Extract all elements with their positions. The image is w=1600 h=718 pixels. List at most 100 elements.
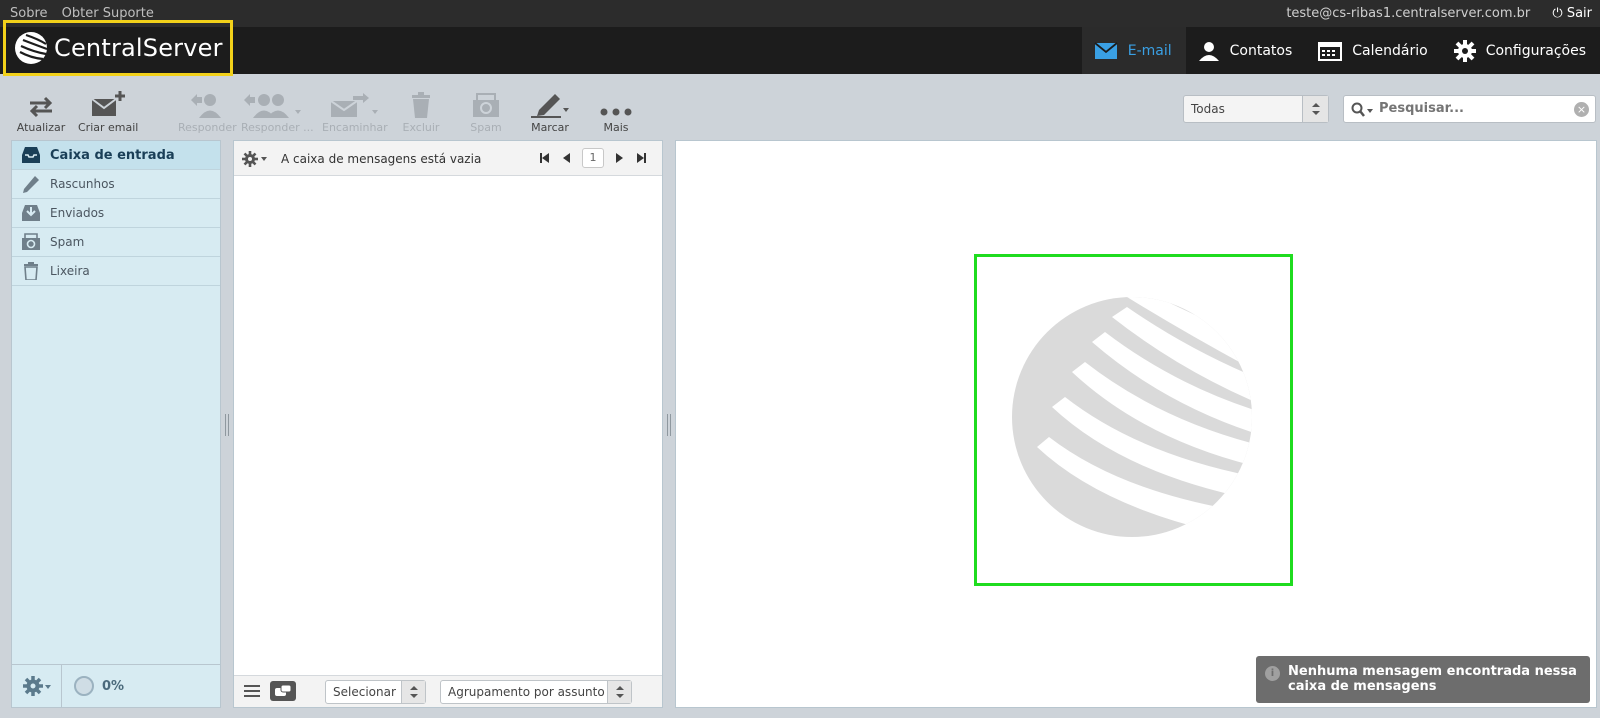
calendar-icon	[1318, 41, 1343, 61]
delete-button[interactable]: Excluir	[400, 88, 442, 134]
message-list-header: A caixa de mensagens está vazia 1	[234, 141, 662, 176]
last-page-icon[interactable]	[630, 148, 652, 168]
task-email[interactable]: E-mail	[1081, 27, 1186, 74]
taskbar: E-mail Contatos Calendário Configurações	[1081, 27, 1600, 74]
spam-folder-icon	[20, 233, 42, 251]
select-dropdown-label: Selecionar	[333, 685, 396, 699]
list-view-icon[interactable]	[244, 684, 260, 702]
threading-dropdown-label: Agrupamento por assunto	[448, 685, 605, 699]
quota-indicator: 0%	[62, 676, 124, 696]
preview-pane: i Nenhuma mensagem encontrada nessa caix…	[675, 140, 1597, 708]
refresh-button[interactable]: Atualizar	[16, 88, 66, 134]
logo-globe-icon	[15, 32, 48, 64]
reply-button[interactable]: Responder	[178, 88, 237, 134]
top-links-bar: Sobre Obter Suporte teste@cs-ribas1.cent…	[0, 0, 1600, 27]
folder-spam-label: Spam	[50, 235, 85, 249]
filter-select[interactable]: Todas	[1183, 95, 1329, 123]
watermark-globe-icon	[1012, 297, 1252, 537]
updown-arrows-icon	[401, 681, 425, 703]
folder-list: Caixa de entrada Rascunhos Enviados Spam…	[11, 140, 221, 708]
pencil-icon	[20, 174, 42, 194]
folder-actions-button[interactable]	[12, 664, 62, 708]
task-contacts[interactable]: Contatos	[1186, 27, 1307, 74]
task-settings-label: Configurações	[1485, 42, 1586, 59]
toast-message: Nenhuma mensagem encontrada nessa caixa …	[1288, 664, 1577, 694]
forward-icon	[330, 93, 378, 117]
inbox-icon	[20, 146, 42, 164]
threading-dropdown[interactable]: Agrupamento por assunto	[440, 680, 632, 704]
message-list-splitter[interactable]	[666, 414, 672, 436]
folder-trash[interactable]: Lixeira	[12, 257, 220, 286]
search-icon[interactable]	[1351, 102, 1375, 122]
trash-icon	[412, 92, 430, 118]
pagination: 1	[534, 148, 652, 168]
page-number[interactable]: 1	[582, 148, 604, 168]
gear-icon	[1453, 39, 1476, 62]
sent-icon	[20, 204, 42, 222]
folder-drafts[interactable]: Rascunhos	[12, 170, 220, 199]
empty-list-text: A caixa de mensagens está vazia	[281, 152, 482, 166]
folder-footer: 0%	[12, 664, 220, 708]
compose-icon	[91, 91, 125, 116]
gear-icon	[22, 676, 51, 696]
search-input[interactable]	[1379, 101, 1564, 116]
search-box: ×	[1343, 95, 1596, 123]
compose-button[interactable]: Criar email	[78, 88, 138, 134]
folder-spam[interactable]: Spam	[12, 228, 220, 257]
reply-all-button[interactable]: Responder ...	[241, 88, 314, 134]
watermark-highlight	[974, 254, 1293, 586]
support-link[interactable]: Obter Suporte	[62, 6, 154, 21]
forward-button[interactable]: Encaminhar	[322, 88, 388, 134]
quota-value: 0%	[102, 678, 125, 694]
compose-label: Criar email	[78, 121, 139, 134]
folder-inbox-label: Caixa de entrada	[50, 147, 175, 163]
logout-button[interactable]: ⏻ Sair	[1552, 6, 1592, 21]
reply-label: Responder	[178, 121, 237, 134]
notification-toast[interactable]: i Nenhuma mensagem encontrada nessa caix…	[1256, 656, 1590, 703]
reply-all-icon	[244, 94, 301, 118]
more-button[interactable]: Mais	[596, 88, 636, 134]
next-page-icon[interactable]	[608, 148, 630, 168]
mark-label: Marcar	[531, 121, 569, 134]
clear-search-icon[interactable]: ×	[1574, 102, 1589, 117]
message-list: A caixa de mensagens está vazia 1 Seleci…	[233, 140, 663, 708]
mark-button[interactable]: Marcar	[527, 88, 573, 134]
message-list-footer: Selecionar Agrupamento por assunto	[234, 675, 662, 707]
task-contacts-label: Contatos	[1229, 42, 1293, 59]
delete-label: Excluir	[402, 121, 440, 134]
forward-label: Encaminhar	[322, 121, 388, 134]
about-link[interactable]: Sobre	[10, 6, 48, 21]
logo[interactable]: CentralServer	[3, 20, 233, 76]
select-dropdown[interactable]: Selecionar	[325, 680, 426, 704]
spam-button[interactable]: Spam	[465, 88, 507, 134]
folder-sent-label: Enviados	[50, 206, 105, 220]
folder-trash-label: Lixeira	[50, 264, 90, 278]
folder-sent[interactable]: Enviados	[12, 199, 220, 228]
list-options-button[interactable]	[242, 151, 270, 171]
first-page-icon[interactable]	[534, 148, 556, 168]
refresh-label: Atualizar	[16, 121, 66, 134]
reply-icon	[191, 94, 221, 118]
folder-inbox[interactable]: Caixa de entrada	[12, 141, 220, 170]
power-icon: ⏻	[1552, 6, 1563, 21]
logout-label: Sair	[1566, 6, 1592, 21]
prev-page-icon[interactable]	[556, 148, 578, 168]
folder-list-splitter[interactable]	[224, 414, 230, 436]
more-dots-icon	[600, 108, 632, 116]
quota-circle-icon	[74, 676, 94, 696]
reply-all-label: Responder ...	[241, 121, 314, 134]
marker-icon	[531, 94, 569, 118]
trash-icon	[20, 262, 42, 280]
threads-view-icon[interactable]	[270, 681, 296, 701]
spam-label: Spam	[470, 121, 502, 134]
task-settings[interactable]: Configurações	[1442, 27, 1600, 74]
more-label: Mais	[603, 121, 629, 134]
info-icon: i	[1265, 666, 1280, 681]
refresh-arrows-icon	[29, 96, 53, 118]
logo-text: CentralServer	[54, 34, 223, 62]
spam-icon	[473, 93, 499, 117]
folder-drafts-label: Rascunhos	[50, 177, 115, 191]
task-calendar-label: Calendário	[1352, 42, 1428, 59]
user-email: teste@cs-ribas1.centralserver.com.br	[1286, 6, 1531, 21]
task-calendar[interactable]: Calendário	[1306, 27, 1441, 74]
